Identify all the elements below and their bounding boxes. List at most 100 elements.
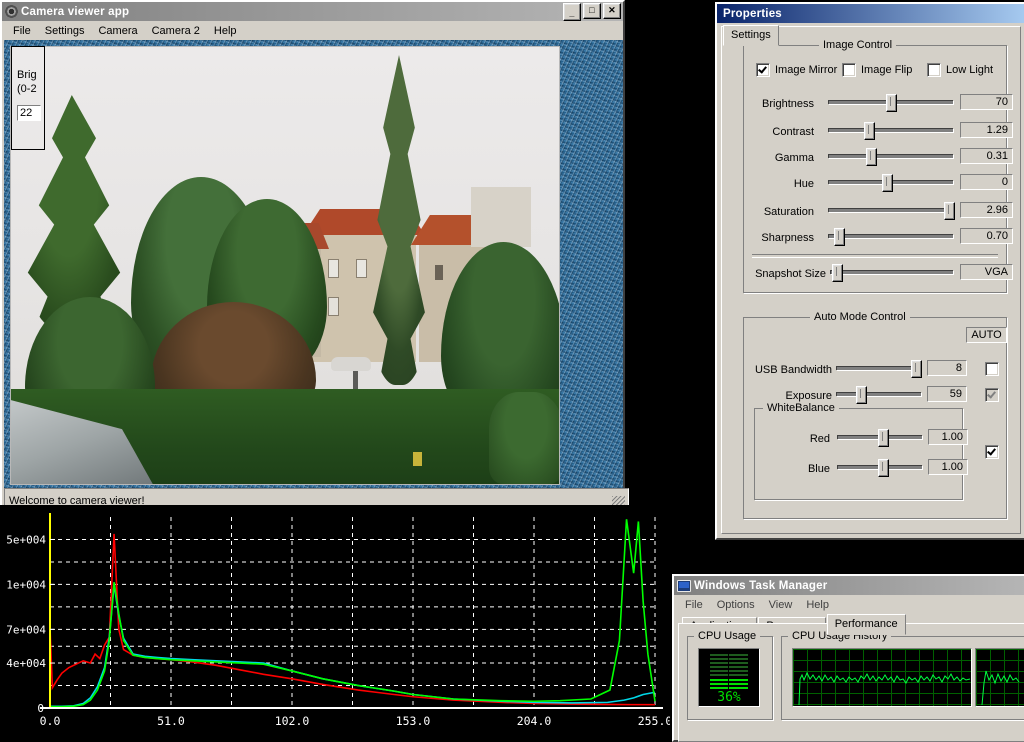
red-value: 1.00 <box>928 429 968 445</box>
y-tick-label: 4e+004 <box>6 657 46 670</box>
cpu-meter-divider <box>728 654 729 691</box>
contrast-label: Contrast <box>744 126 814 138</box>
hue-slider[interactable] <box>828 174 953 190</box>
brightness-value: 70 <box>960 94 1013 110</box>
checkbox-low-light[interactable]: Low Light <box>927 63 993 77</box>
menu-item-camera[interactable]: Camera <box>91 24 144 38</box>
slider-track <box>828 208 953 212</box>
image-mirror-checkbox[interactable] <box>756 63 770 77</box>
image-flip-checkbox[interactable] <box>842 63 856 77</box>
menu-item-help[interactable]: Help <box>799 598 836 612</box>
auto-mode-control-group: Auto Mode Control AUTO USB Bandwidth 8 E… <box>743 317 1007 519</box>
tab-performance[interactable]: Performance <box>827 614 906 635</box>
snapshot-size-slider[interactable] <box>830 264 953 280</box>
properties-titlebar[interactable]: Properties <box>717 4 1024 23</box>
menu-item-help[interactable]: Help <box>207 24 244 38</box>
usb-bandwidth-value: 8 <box>927 360 967 376</box>
camera-viewer-window-buttons: _ □ ✕ <box>563 3 621 21</box>
exposure-slider[interactable] <box>836 386 921 402</box>
slider-thumb[interactable] <box>864 122 875 140</box>
photo-house-window <box>435 265 443 280</box>
brightness-slider[interactable] <box>828 94 953 110</box>
slider-thumb[interactable] <box>878 459 889 477</box>
low-light-label: Low Light <box>946 64 993 76</box>
checkbox-image-flip[interactable]: Image Flip <box>842 63 912 77</box>
slider-thumb[interactable] <box>856 386 867 404</box>
image-flip-label: Image Flip <box>861 64 912 76</box>
photo-house-window <box>328 297 339 316</box>
slider-thumb[interactable] <box>886 94 897 112</box>
blue-value: 1.00 <box>928 459 968 475</box>
slider-thumb[interactable] <box>882 174 893 192</box>
usb-bandwidth-slider[interactable] <box>836 360 921 376</box>
blue-slider[interactable] <box>837 459 922 475</box>
minimize-button[interactable]: _ <box>563 3 581 21</box>
slider-thumb[interactable] <box>911 360 922 378</box>
brightness-value-field[interactable]: 22 <box>17 105 41 121</box>
slider-track <box>828 128 953 132</box>
red-slider[interactable] <box>837 429 922 445</box>
slider-track <box>828 154 953 158</box>
task-manager-menubar: File Options View Help <box>674 596 1024 613</box>
white-balance-group: WhiteBalance Red 1.00 Blue 1.00 <box>754 408 963 500</box>
brightness-label: Brightness <box>744 98 814 110</box>
performance-tab-page: CPU Usage 36% CPU Usage History <box>678 623 1024 742</box>
saturation-slider[interactable] <box>828 202 953 218</box>
camera-viewer-titlebar[interactable]: Camera viewer app _ □ ✕ <box>2 2 623 21</box>
group-divider <box>752 254 998 258</box>
tab-settings[interactable]: Settings <box>723 25 779 46</box>
gamma-label: Gamma <box>744 152 814 164</box>
sharpness-value: 0.70 <box>960 228 1013 244</box>
properties-window: Properties Settings Effects Zoom Image C… <box>715 2 1024 540</box>
photo-marker-yellow <box>413 452 422 466</box>
gamma-slider[interactable] <box>828 148 953 164</box>
cpu-meter-dim-bars <box>710 654 748 678</box>
menu-item-file[interactable]: File <box>6 24 38 38</box>
slider-thumb[interactable] <box>834 228 845 246</box>
snapshot-size-label: Snapshot Size <box>731 268 826 280</box>
x-tick-label: 153.0 <box>396 714 431 728</box>
slider-thumb[interactable] <box>832 264 843 282</box>
white-balance-legend: WhiteBalance <box>763 402 839 414</box>
slider-track <box>836 392 921 396</box>
hue-label: Hue <box>744 178 814 190</box>
x-tick-label: 255.0 <box>638 714 670 728</box>
cpu-usage-value: 36% <box>699 690 759 705</box>
y-tick-label: 1e+004 <box>6 578 46 591</box>
sharpness-slider[interactable] <box>828 228 953 244</box>
low-light-checkbox[interactable] <box>927 63 941 77</box>
checkbox-image-mirror[interactable]: Image Mirror <box>756 63 837 77</box>
usb-bandwidth-label: USB Bandwidth <box>732 364 832 376</box>
brightness-groupbox: Brig (0-2 22 <box>11 46 45 150</box>
image-control-group: Image Control Image Mirror Image Flip Lo… <box>743 45 1007 293</box>
contrast-slider[interactable] <box>828 122 953 138</box>
close-button[interactable]: ✕ <box>603 3 621 19</box>
auto-mode-control-legend: Auto Mode Control <box>810 311 910 323</box>
slider-thumb[interactable] <box>944 202 955 220</box>
photo-lamp-head <box>331 357 371 371</box>
exposure-auto-checkbox[interactable] <box>985 388 999 402</box>
menu-item-camera2[interactable]: Camera 2 <box>145 24 207 38</box>
usb-bandwidth-auto-checkbox[interactable] <box>985 362 999 376</box>
settings-tab-page: Image Control Image Mirror Image Flip Lo… <box>721 26 1021 534</box>
menu-item-settings[interactable]: Settings <box>38 24 92 38</box>
white-balance-auto-checkbox[interactable] <box>985 445 999 459</box>
slider-track <box>828 234 953 238</box>
camera-viewer-menubar: File Settings Camera Camera 2 Help <box>2 22 623 39</box>
cpu-usage-legend: CPU Usage <box>694 630 760 642</box>
task-manager-titlebar[interactable]: Windows Task Manager <box>674 576 1024 595</box>
slider-thumb[interactable] <box>866 148 877 166</box>
photo-house-window <box>328 259 339 278</box>
menu-item-options[interactable]: Options <box>710 598 762 612</box>
menu-item-file[interactable]: File <box>678 598 710 612</box>
properties-title: Properties <box>720 8 1023 20</box>
maximize-button[interactable]: □ <box>583 3 601 19</box>
cpu-history-line-2 <box>976 649 1024 706</box>
slider-thumb[interactable] <box>878 429 889 447</box>
exposure-label: Exposure <box>732 390 832 402</box>
image-mirror-label: Image Mirror <box>775 64 837 76</box>
image-control-legend: Image Control <box>819 39 896 51</box>
histogram-panel: 04e+0047e+0041e+0045e+0040.051.0102.0153… <box>0 505 670 740</box>
photo-house-window <box>356 259 367 278</box>
menu-item-view[interactable]: View <box>762 598 800 612</box>
